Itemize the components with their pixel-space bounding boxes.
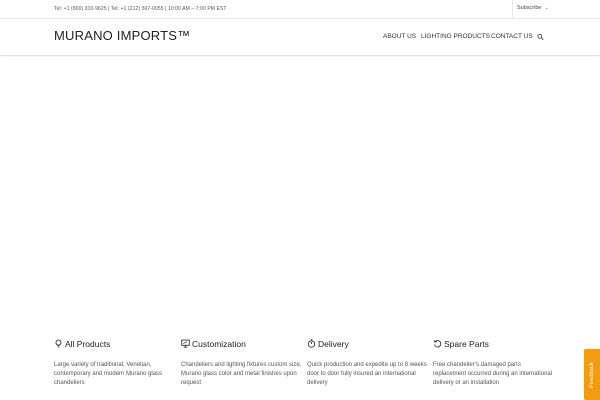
site-header: MURANO IMPORTS™ ABOUT US LIGHTING PRODUC…: [0, 19, 600, 56]
chevron-down-icon: ⌄: [544, 5, 549, 11]
feature-delivery: Delivery Quick production and expedite u…: [307, 338, 427, 386]
top-bar: Tel: +1 (800) 310-9625 | Tel: +1 (212) 3…: [0, 0, 600, 19]
monitor-icon: [181, 339, 190, 348]
feature-title[interactable]: Customization: [192, 339, 246, 349]
subscribe-button[interactable]: Subscribe ⌄: [517, 5, 549, 11]
feature-title[interactable]: Delivery: [318, 339, 349, 349]
feature-title[interactable]: Spare Parts: [444, 339, 489, 349]
topbar-divider: [512, 0, 513, 19]
search-icon[interactable]: [537, 33, 544, 41]
feedback-label: Feedback: [589, 361, 595, 388]
feature-spare-parts: Spare Parts Free chandelier’s damaged pa…: [433, 338, 553, 386]
feedback-tab[interactable]: Feedback: [584, 349, 600, 400]
nav-item-about-us[interactable]: ABOUT US: [383, 33, 416, 40]
rotate-icon: [433, 340, 442, 348]
nav-item-contact-us[interactable]: CONTACT US: [491, 33, 533, 40]
subscribe-label: Subscribe: [517, 5, 542, 11]
lightbulb-icon: [55, 339, 62, 348]
feature-description: Chandeliers and lighting fixtures custom…: [181, 362, 302, 386]
feature-description: Free chandelier’s damaged parts replacem…: [433, 362, 553, 386]
feature-all-products: All Products Large variety of traditiona…: [54, 338, 174, 386]
nav-item-lighting-products[interactable]: LIGHTING PRODUCTS: [421, 33, 490, 40]
contact-info: Tel: +1 (800) 310-9625 | Tel: +1 (212) 3…: [54, 6, 227, 12]
feature-customization: Customization Chandeliers and lighting f…: [181, 338, 301, 386]
feature-description: Quick production and expedite up to 8 we…: [307, 362, 427, 386]
main-nav: ABOUT US LIGHTING PRODUCTS CONTACT US: [0, 33, 600, 43]
features-row: All Products Large variety of traditiona…: [0, 338, 600, 400]
feature-description: Large variety of traditional, Venetian, …: [54, 362, 163, 386]
hero-area: [0, 57, 600, 327]
stopwatch-icon: [307, 339, 316, 348]
feature-title[interactable]: All Products: [65, 339, 110, 349]
